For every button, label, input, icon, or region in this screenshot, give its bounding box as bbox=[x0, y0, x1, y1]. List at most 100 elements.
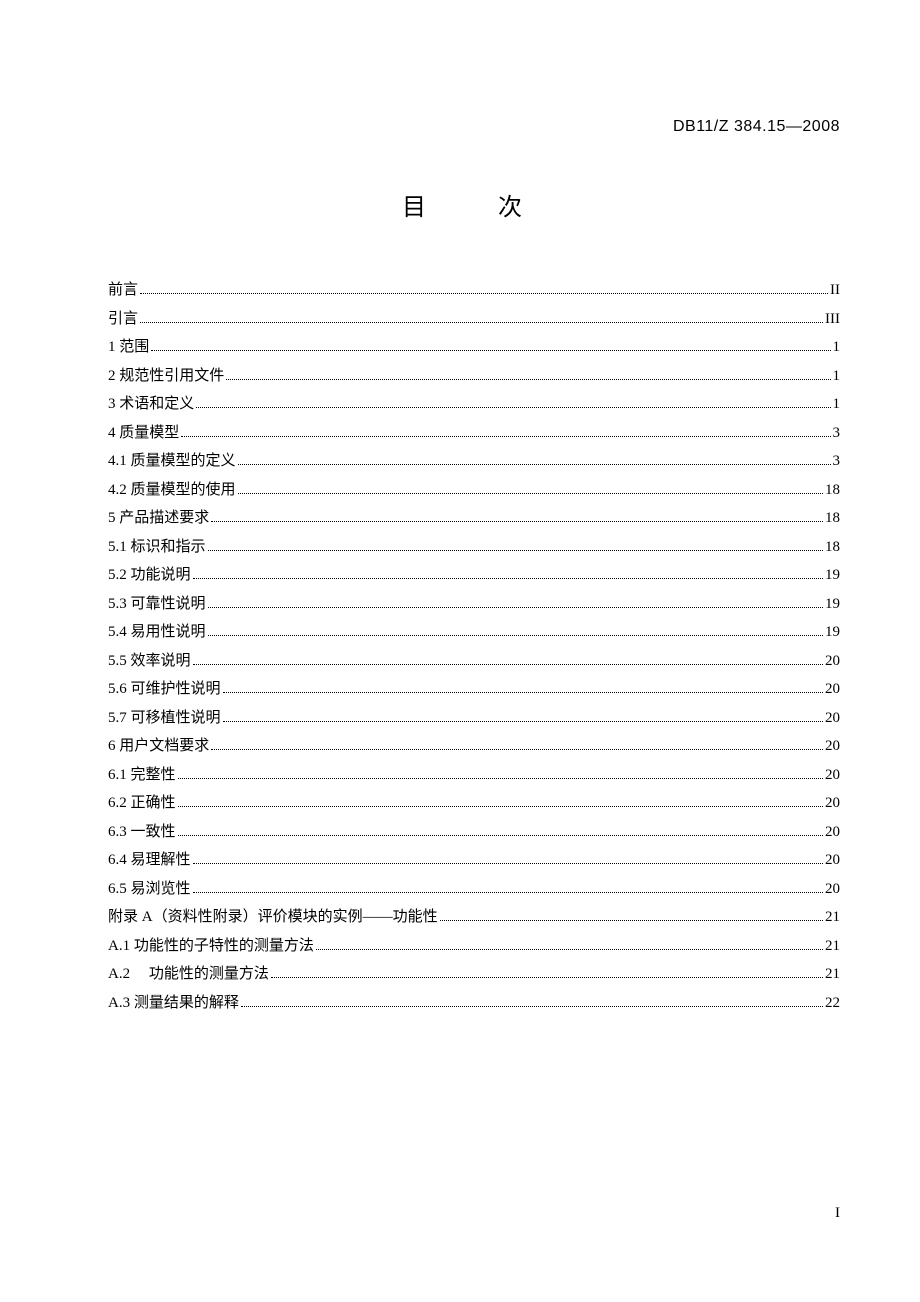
toc-entry-page: 1 bbox=[833, 392, 841, 416]
toc-leader-dots bbox=[193, 578, 823, 579]
toc-entry: 5.4 易用性说明 19 bbox=[108, 620, 840, 644]
toc-entry-page: 19 bbox=[825, 592, 840, 616]
toc-entry-page: 21 bbox=[825, 934, 840, 958]
toc-entry: 4 质量模型 3 bbox=[108, 421, 840, 445]
toc-entry-label: 4 质量模型 bbox=[108, 421, 179, 445]
toc-entry-page: 18 bbox=[825, 506, 840, 530]
toc-entry-page: 20 bbox=[825, 877, 840, 901]
toc-entry-page: 20 bbox=[825, 791, 840, 815]
toc-entry-label: 4.1 质量模型的定义 bbox=[108, 449, 236, 473]
toc-entry: 6 用户文档要求 20 bbox=[108, 734, 840, 758]
document-code: DB11/Z 384.15—2008 bbox=[673, 118, 840, 136]
toc-entry: 5.2 功能说明19 bbox=[108, 563, 840, 587]
toc-entry-page: 20 bbox=[825, 763, 840, 787]
toc-leader-dots bbox=[440, 920, 823, 921]
toc-leader-dots bbox=[193, 892, 823, 893]
toc-entry: A.3 测量结果的解释 22 bbox=[108, 991, 840, 1015]
toc-entry-label: 2 规范性引用文件 bbox=[108, 364, 224, 388]
toc-entry: 4.2 质量模型的使用18 bbox=[108, 478, 840, 502]
toc-entry-label: 前言 bbox=[108, 278, 138, 302]
toc-entry-page: 21 bbox=[825, 905, 840, 929]
toc-entry: 5.7 可移植性说明 20 bbox=[108, 706, 840, 730]
toc-entry-label: 5.3 可靠性说明 bbox=[108, 592, 206, 616]
toc-leader-dots bbox=[226, 379, 830, 380]
toc-entry-label: 6 用户文档要求 bbox=[108, 734, 209, 758]
toc-entry-label: 6.2 正确性 bbox=[108, 791, 176, 815]
toc-entry-page: 20 bbox=[825, 677, 840, 701]
toc-entry-label: 引言 bbox=[108, 307, 138, 331]
toc-leader-dots bbox=[208, 635, 823, 636]
toc-entry-label: 6.1 完整性 bbox=[108, 763, 176, 787]
toc-entry: 前言II bbox=[108, 278, 840, 302]
toc-entry: 6.5 易浏览性 20 bbox=[108, 877, 840, 901]
toc-entry-label: 4.2 质量模型的使用 bbox=[108, 478, 236, 502]
toc-entry: 4.1 质量模型的定义 3 bbox=[108, 449, 840, 473]
toc-entry: 2 规范性引用文件 1 bbox=[108, 364, 840, 388]
toc-entry: 6.1 完整性 20 bbox=[108, 763, 840, 787]
toc-entry-page: 20 bbox=[825, 706, 840, 730]
toc-leader-dots bbox=[271, 977, 823, 978]
toc-entry-label: 5.5 效率说明 bbox=[108, 649, 191, 673]
toc-title: 目 次 bbox=[108, 187, 840, 222]
toc-entry: 5.6 可维护性说明 20 bbox=[108, 677, 840, 701]
toc-entry: 附录 A（资料性附录）评价模块的实例——功能性 21 bbox=[108, 905, 840, 929]
toc-leader-dots bbox=[223, 692, 823, 693]
toc-leader-dots bbox=[211, 749, 823, 750]
page-number: I bbox=[835, 1205, 840, 1222]
toc-leader-dots bbox=[151, 350, 830, 351]
toc-entry-label: 1 范围 bbox=[108, 335, 149, 359]
toc-leader-dots bbox=[238, 493, 823, 494]
toc-entry: 6.4 易理解性 20 bbox=[108, 848, 840, 872]
toc-leader-dots bbox=[238, 464, 831, 465]
toc-entry: 5.1 标识和指示 18 bbox=[108, 535, 840, 559]
toc-entry-label: 5 产品描述要求 bbox=[108, 506, 209, 530]
toc-entry-page: 22 bbox=[825, 991, 840, 1015]
toc-leader-dots bbox=[196, 407, 830, 408]
toc-leader-dots bbox=[178, 778, 823, 779]
toc-entry: 5.5 效率说明 20 bbox=[108, 649, 840, 673]
toc-entry-page: 3 bbox=[833, 449, 841, 473]
toc-leader-dots bbox=[211, 521, 823, 522]
toc-leader-dots bbox=[178, 835, 823, 836]
toc-entry-label: 5.6 可维护性说明 bbox=[108, 677, 221, 701]
toc-entry-label: 3 术语和定义 bbox=[108, 392, 194, 416]
toc-entry-page: 19 bbox=[825, 620, 840, 644]
toc-leader-dots bbox=[193, 664, 823, 665]
toc-entry: 6.3 一致性20 bbox=[108, 820, 840, 844]
toc-entry-page: 20 bbox=[825, 848, 840, 872]
toc-leader-dots bbox=[241, 1006, 823, 1007]
toc-entry-label: 6.5 易浏览性 bbox=[108, 877, 191, 901]
toc-entry-page: 1 bbox=[833, 335, 841, 359]
toc-leader-dots bbox=[208, 550, 823, 551]
toc-leader-dots bbox=[140, 293, 828, 294]
toc-entry: 3 术语和定义 1 bbox=[108, 392, 840, 416]
toc-entry: 1 范围 1 bbox=[108, 335, 840, 359]
toc-entry: 5 产品描述要求 18 bbox=[108, 506, 840, 530]
toc-entry-label: A.2 功能性的测量方法 bbox=[108, 962, 269, 986]
toc-entry-label: 附录 A（资料性附录）评价模块的实例——功能性 bbox=[108, 905, 438, 929]
toc-entry: 5.3 可靠性说明 19 bbox=[108, 592, 840, 616]
table-of-contents: 前言II引言III1 范围12 规范性引用文件13 术语和定义14 质量模型34… bbox=[108, 278, 840, 1015]
toc-entry-page: 20 bbox=[825, 820, 840, 844]
toc-entry-page: 1 bbox=[833, 364, 841, 388]
toc-leader-dots bbox=[140, 322, 823, 323]
toc-entry: A.2 功能性的测量方法21 bbox=[108, 962, 840, 986]
toc-entry-page: 3 bbox=[833, 421, 841, 445]
toc-entry-label: 6.4 易理解性 bbox=[108, 848, 191, 872]
toc-entry-label: 5.2 功能说明 bbox=[108, 563, 191, 587]
toc-entry: A.1 功能性的子特性的测量方法 21 bbox=[108, 934, 840, 958]
toc-entry-page: 20 bbox=[825, 734, 840, 758]
toc-entry-page: 20 bbox=[825, 649, 840, 673]
toc-entry-label: 5.1 标识和指示 bbox=[108, 535, 206, 559]
toc-entry: 引言 III bbox=[108, 307, 840, 331]
toc-entry-page: III bbox=[825, 307, 840, 331]
toc-entry-label: 5.4 易用性说明 bbox=[108, 620, 206, 644]
document-page: DB11/Z 384.15—2008 目 次 前言II引言III1 范围12 规… bbox=[0, 0, 920, 1079]
toc-leader-dots bbox=[193, 863, 823, 864]
toc-entry-label: A.1 功能性的子特性的测量方法 bbox=[108, 934, 314, 958]
toc-entry-page: 18 bbox=[825, 535, 840, 559]
toc-leader-dots bbox=[223, 721, 823, 722]
toc-entry-label: 5.7 可移植性说明 bbox=[108, 706, 221, 730]
toc-entry-label: A.3 测量结果的解释 bbox=[108, 991, 239, 1015]
toc-leader-dots bbox=[181, 436, 830, 437]
